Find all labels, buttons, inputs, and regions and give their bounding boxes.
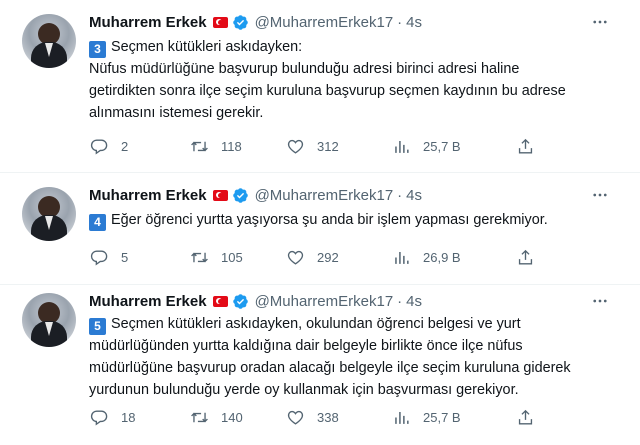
verified-badge-icon — [232, 14, 248, 30]
tweet-line: Eğer öğrenci yurtta yaşıyorsa şu anda bi… — [111, 212, 548, 228]
author-handle[interactable]: @MuharremErkek17 — [255, 14, 394, 31]
author-name[interactable]: Muharrem Erkek — [89, 293, 207, 310]
tweet[interactable]: Muharrem Erkek @MuharremErkek17 · 4s 5 Se… — [0, 284, 640, 445]
retweet-icon — [191, 412, 208, 422]
keycap-number-badge: 4 — [89, 214, 106, 231]
tweet-time[interactable]: 4s — [406, 187, 422, 204]
retweet-icon — [191, 141, 208, 151]
like-count: 312 — [317, 138, 339, 154]
tweet-header: Muharrem Erkek @MuharremErkek17 · 4s — [89, 183, 422, 207]
tweet-header: Muharrem Erkek @MuharremErkek17 · 4s — [89, 10, 422, 34]
keycap-number-badge: 3 — [89, 41, 106, 58]
retweet-button[interactable]: 118 — [190, 134, 242, 158]
like-count: 292 — [317, 249, 339, 265]
reply-icon — [90, 409, 108, 426]
retweet-count: 118 — [221, 138, 242, 154]
share-icon — [518, 409, 533, 425]
separator: · — [397, 13, 403, 31]
retweet-button[interactable]: 140 — [190, 405, 243, 429]
like-button[interactable]: 312 — [286, 134, 339, 158]
views-icon — [395, 411, 409, 424]
heart-icon — [287, 410, 304, 425]
tweet-time[interactable]: 4s — [406, 293, 422, 310]
share-button[interactable] — [516, 405, 535, 429]
view-count: 25,7 B — [423, 409, 461, 425]
keycap-number-badge: 5 — [89, 318, 106, 335]
reply-button[interactable]: 18 — [90, 405, 135, 429]
author-name[interactable]: Muharrem Erkek — [89, 187, 207, 204]
retweet-count: 140 — [221, 409, 243, 425]
tweet-actions: 5 105 292 26,9 B — [86, 245, 556, 269]
views-button[interactable]: 25,7 B — [392, 405, 461, 429]
heart-icon — [287, 139, 304, 154]
tweet-line: getirdikten sonra ilçe seçim kuruluna ba… — [89, 83, 566, 99]
tweet-line: Seçmen kütükleri askıdayken: — [111, 39, 303, 55]
reply-icon — [90, 138, 108, 155]
view-count: 26,9 B — [423, 249, 461, 265]
avatar[interactable] — [22, 14, 76, 68]
share-icon — [518, 249, 533, 265]
avatar[interactable] — [22, 187, 76, 241]
tweet-line: alınmasını istemesi gerekir. — [89, 105, 264, 121]
share-button[interactable] — [516, 134, 535, 158]
share-icon — [518, 138, 533, 154]
author-handle[interactable]: @MuharremErkek17 — [255, 187, 394, 204]
separator: · — [397, 292, 403, 310]
like-button[interactable]: 292 — [286, 245, 339, 269]
like-button[interactable]: 338 — [286, 405, 339, 429]
tweet-line: yurdunun bulunduğu yerde oy kullanmak iç… — [89, 382, 519, 398]
tweet-actions: 18 140 338 25,7 B — [86, 405, 556, 429]
retweet-button[interactable]: 105 — [190, 245, 243, 269]
views-button[interactable]: 26,9 B — [392, 245, 461, 269]
tweet-line: Nüfus müdürlüğüne başvurup bulunduğu adr… — [89, 61, 520, 77]
turkey-flag-icon — [212, 189, 228, 201]
tweet-text: 4 Eğer öğrenci yurtta yaşıyorsa şu anda b… — [89, 209, 609, 231]
tweet-text: 5 Seçmen kütükleri askıdayken, okulundan … — [89, 313, 609, 401]
tweet[interactable]: Muharrem Erkek @MuharremErkek17 · 4s 3 Se… — [0, 0, 640, 172]
views-button[interactable]: 25,7 B — [392, 134, 461, 158]
verified-badge-icon — [232, 293, 248, 309]
tweet-actions: 2 118 312 25,7 B — [86, 134, 556, 158]
turkey-flag-icon — [212, 16, 228, 28]
tweet-thread: Muharrem Erkek @MuharremErkek17 · 4s 3 Se… — [0, 0, 640, 445]
view-count: 25,7 B — [423, 138, 461, 154]
more-horizontal-icon[interactable] — [588, 183, 612, 207]
author-handle[interactable]: @MuharremErkek17 — [255, 293, 394, 310]
tweet-line: müdürlüğüne başvurup oradan alacağı belg… — [89, 360, 571, 376]
reply-button[interactable]: 5 — [90, 245, 128, 269]
reply-button[interactable]: 2 — [90, 134, 128, 158]
share-button[interactable] — [516, 245, 535, 269]
more-horizontal-icon[interactable] — [588, 10, 612, 34]
author-name[interactable]: Muharrem Erkek — [89, 14, 207, 31]
heart-icon — [287, 250, 304, 265]
tweet-line: müdürlüğünden yurtta kaldığına dair belg… — [89, 338, 523, 354]
like-count: 338 — [317, 409, 339, 425]
verified-badge-icon — [232, 187, 248, 203]
tweet-line: Seçmen kütükleri askıdayken, okulundan ö… — [111, 316, 521, 332]
more-horizontal-icon[interactable] — [588, 289, 612, 313]
turkey-flag-icon — [212, 295, 228, 307]
reply-count: 2 — [121, 138, 129, 154]
tweet-header: Muharrem Erkek @MuharremErkek17 · 4s — [89, 289, 422, 313]
retweet-count: 105 — [221, 249, 243, 265]
separator: · — [397, 186, 403, 204]
reply-count: 18 — [121, 409, 136, 425]
views-icon — [395, 251, 409, 264]
tweet[interactable]: Muharrem Erkek @MuharremErkek17 · 4s 4 Eğ… — [0, 172, 640, 284]
reply-icon — [90, 249, 108, 266]
tweet-text: 3 Seçmen kütükleri askıdayken: Nüfus müdü… — [89, 36, 609, 124]
retweet-icon — [191, 252, 208, 262]
views-icon — [395, 140, 409, 153]
reply-count: 5 — [121, 249, 129, 265]
tweet-time[interactable]: 4s — [406, 14, 422, 31]
avatar[interactable] — [22, 293, 76, 347]
